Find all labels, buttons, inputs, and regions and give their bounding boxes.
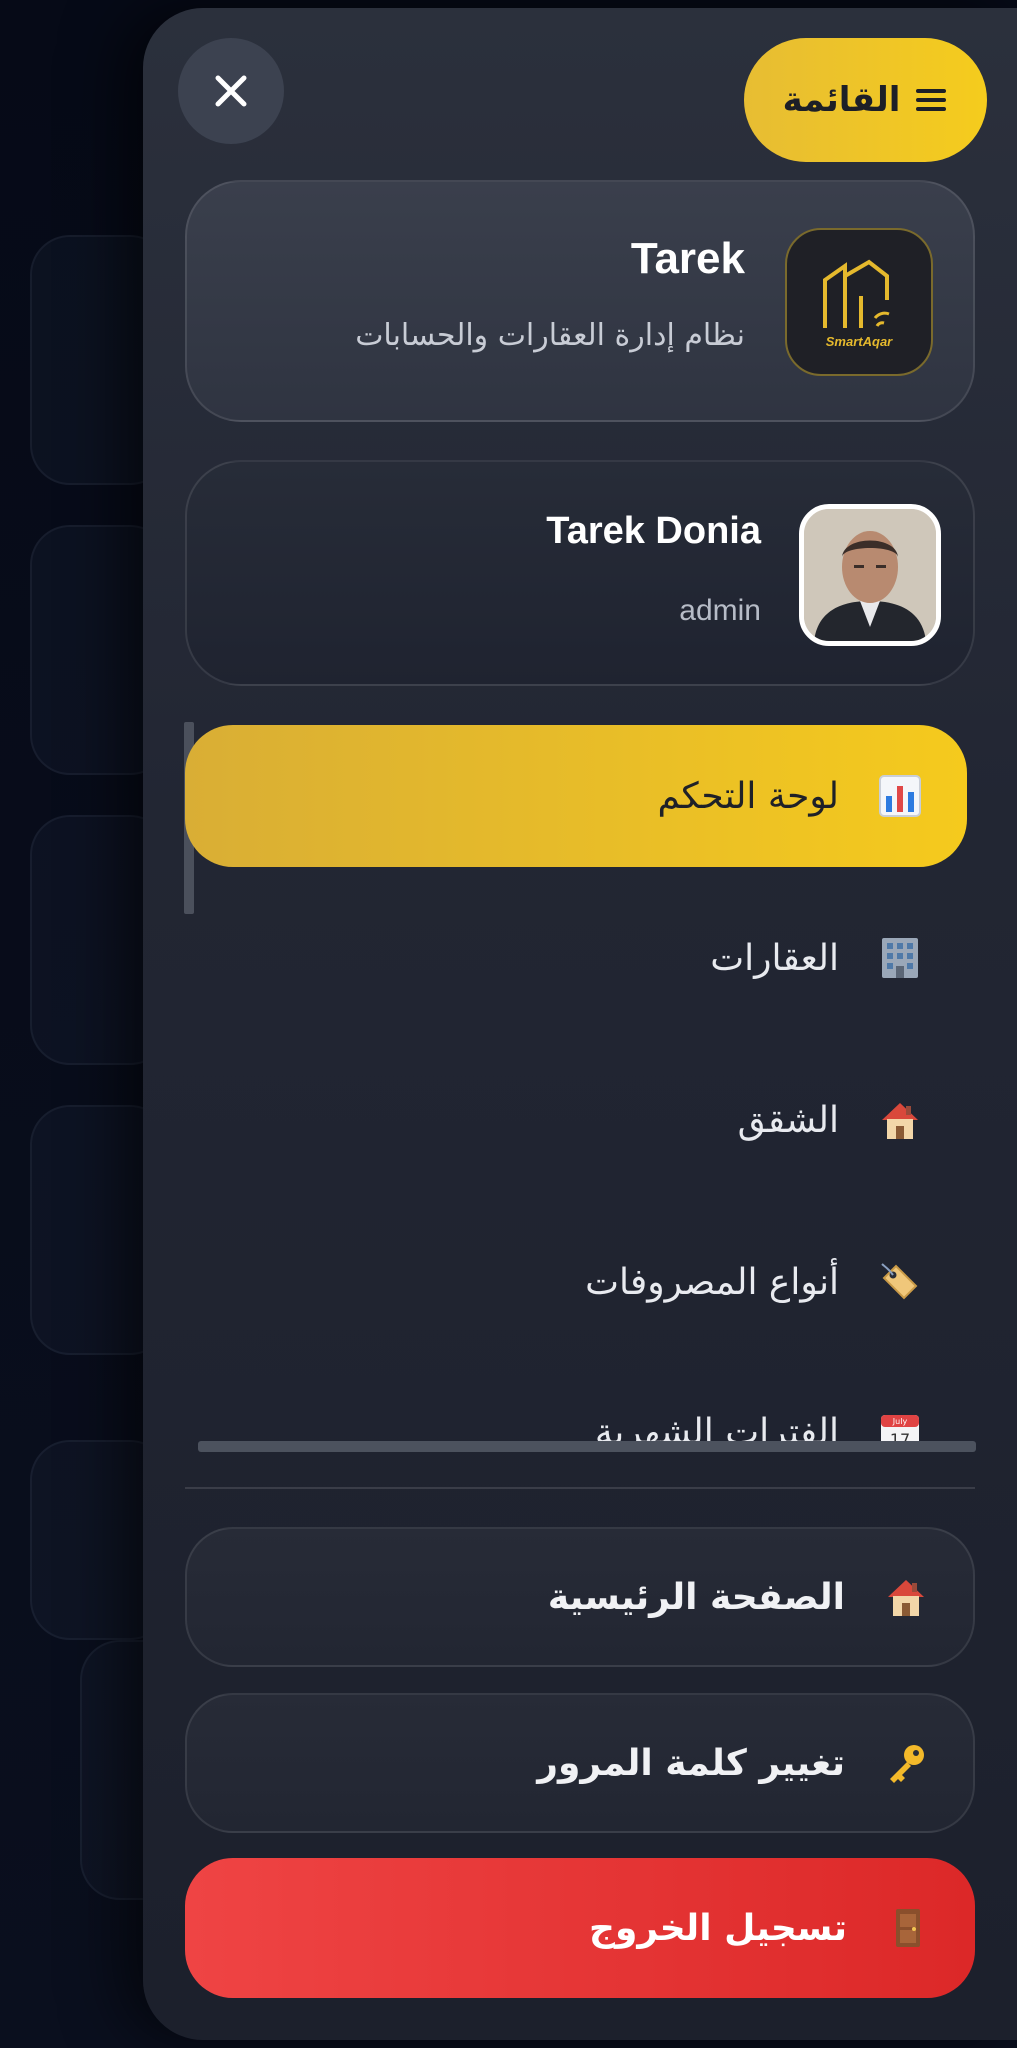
hamburger-icon xyxy=(916,89,947,111)
logout-button[interactable]: تسجيل الخروج xyxy=(185,1858,975,1998)
logo-text: SmartAqar xyxy=(825,333,893,349)
building-logo-icon xyxy=(823,259,890,328)
menu-label: القائمة xyxy=(782,80,901,120)
user-role: admin xyxy=(679,594,761,627)
house-icon xyxy=(883,1574,929,1620)
nav-label: لوحة التحكم xyxy=(657,775,839,817)
close-icon xyxy=(215,75,247,107)
user-card: Tarek Donia admin xyxy=(185,460,975,686)
horizontal-scrollbar[interactable] xyxy=(198,1441,976,1452)
brand-subtitle: نظام إدارة العقارات والحسابات xyxy=(355,318,745,353)
divider xyxy=(185,1487,975,1489)
key-icon xyxy=(883,1740,929,1786)
change-password-button[interactable]: تغيير كلمة المرور xyxy=(185,1693,975,1833)
brand-title: Tarek xyxy=(630,234,745,283)
nav-label: العقارات xyxy=(710,937,839,979)
app-logo: SmartAqar xyxy=(785,228,933,376)
home-button-label: الصفحة الرئيسية xyxy=(547,1576,845,1618)
calendar-month: July xyxy=(892,1417,908,1426)
door-icon xyxy=(885,1905,931,1951)
building-icon xyxy=(877,935,923,981)
nav-item-properties[interactable]: العقارات xyxy=(185,888,967,1028)
close-button[interactable] xyxy=(178,38,284,144)
nav-label: الشقق xyxy=(737,1099,839,1141)
tag-icon xyxy=(877,1259,923,1305)
nav-item-apartments[interactable]: الشقق xyxy=(185,1050,967,1190)
home-button[interactable]: الصفحة الرئيسية xyxy=(185,1527,975,1667)
nav-item-expense-types[interactable]: أنواع المصروفات xyxy=(185,1212,967,1352)
user-name: Tarek Donia xyxy=(546,510,761,552)
change-password-label: تغيير كلمة المرور xyxy=(537,1742,845,1784)
menu-button[interactable]: القائمة xyxy=(744,38,987,162)
avatar xyxy=(799,504,941,646)
nav-item-dashboard[interactable]: لوحة التحكم xyxy=(185,725,967,867)
logout-label: تسجيل الخروج xyxy=(589,1907,847,1949)
nav-label: أنواع المصروفات xyxy=(585,1261,839,1303)
chart-icon xyxy=(877,773,923,819)
brand-card: SmartAqar Tarek نظام إدارة العقارات والح… xyxy=(185,180,975,422)
house-icon xyxy=(877,1097,923,1143)
